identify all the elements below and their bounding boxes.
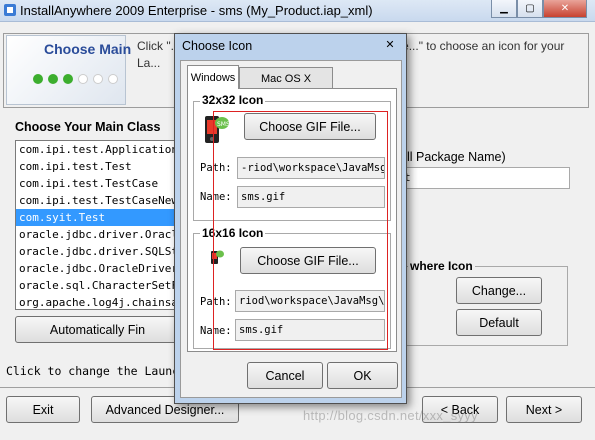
- annotation-red-rectangle: [213, 111, 388, 350]
- maximize-icon: ▢: [525, 3, 535, 14]
- dialog-title: Choose Icon: [182, 39, 253, 53]
- step-logo-text: Choose Main: [44, 41, 132, 57]
- dialog-close-icon[interactable]: ✕: [383, 39, 397, 53]
- main-class-heading: Choose Your Main Class: [15, 120, 161, 134]
- full-package-input[interactable]: t: [400, 167, 570, 189]
- dialog-ok-button[interactable]: OK: [327, 362, 398, 389]
- default-icon-button[interactable]: Default: [456, 309, 542, 336]
- icon-32-group-title: 32x32 Icon: [200, 93, 266, 107]
- tab-windows[interactable]: Windows: [187, 65, 239, 89]
- progress-dot-icon: [48, 74, 58, 84]
- class-list-item[interactable]: oracle.jdbc.OracleDriver: [16, 260, 179, 277]
- installanywhere-app-icon: [4, 4, 16, 16]
- close-icon: ✕: [560, 3, 570, 14]
- automatically-find-button[interactable]: Automatically Fin: [15, 316, 180, 343]
- progress-dot-icon: [78, 74, 88, 84]
- class-list-item[interactable]: oracle.jdbc.driver.OracleSe: [16, 226, 179, 243]
- class-list-item[interactable]: com.ipi.test.TestCaseNew: [16, 192, 179, 209]
- class-list-item[interactable]: com.ipi.test.TestCase: [16, 175, 179, 192]
- class-list-item[interactable]: oracle.jdbc.driver.SQLStat: [16, 243, 179, 260]
- change-icon-button[interactable]: Change...: [456, 277, 542, 304]
- minimize-button[interactable]: ▁: [491, 0, 517, 18]
- progress-dot-icon: [33, 74, 43, 84]
- minimize-icon: ▁: [500, 3, 508, 14]
- status-hint: Click to change the LaunchAn: [6, 364, 200, 378]
- full-package-label: ull Package Name): [400, 150, 506, 164]
- dialog-cancel-button[interactable]: Cancel: [247, 362, 323, 389]
- watermark-text: http://blog.csdn.net/xxx_syyy: [303, 408, 478, 423]
- class-list-item[interactable]: com.ipi.test.Test: [16, 158, 179, 175]
- class-list-item[interactable]: com.ipi.test.Application1: [16, 141, 179, 158]
- progress-dot-icon: [93, 74, 103, 84]
- exit-button[interactable]: Exit: [6, 396, 80, 423]
- close-window-button[interactable]: ✕: [543, 0, 587, 18]
- tab-mac-os-x[interactable]: Mac OS X: [239, 67, 333, 89]
- window-title: InstallAnywhere 2009 Enterprise - sms (M…: [20, 3, 373, 18]
- maximize-button[interactable]: ▢: [517, 0, 543, 18]
- class-list-item[interactable]: oracle.sql.CharacterSetFac: [16, 277, 179, 294]
- progress-dot-icon: [63, 74, 73, 84]
- class-list-item[interactable]: org.apache.log4j.chainsaw.: [16, 294, 179, 309]
- launcher-icon-group-title: where Icon: [408, 259, 475, 273]
- progress-dot-icon: [108, 74, 118, 84]
- main-class-list[interactable]: com.ipi.test.Application1 com.ipi.test.Te…: [15, 140, 180, 310]
- next-button[interactable]: Next >: [506, 396, 582, 423]
- class-list-item[interactable]: com.syit.Test: [16, 209, 179, 226]
